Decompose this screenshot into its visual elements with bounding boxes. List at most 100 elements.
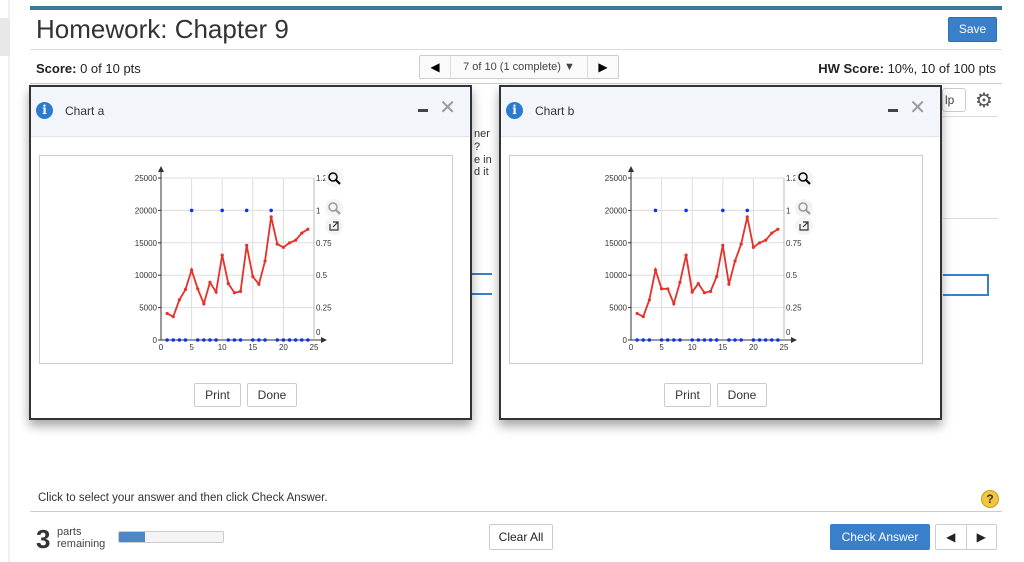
y-axis-arrow — [628, 166, 634, 172]
data-point — [245, 243, 249, 247]
zoom-in-icon[interactable] — [325, 169, 343, 187]
clear-all-button[interactable]: Clear All — [489, 524, 553, 550]
data-point — [660, 287, 664, 291]
question-selector[interactable]: 7 of 10 (1 complete) ▼ — [450, 56, 588, 78]
background-text: d it — [474, 166, 489, 178]
x-tick-label: 20 — [749, 343, 758, 352]
data-point — [751, 338, 756, 342]
x-tick-label: 5 — [659, 343, 664, 352]
data-point — [653, 268, 658, 272]
y-tick-label: 15000 — [605, 239, 628, 248]
help-button[interactable]: lp — [942, 88, 966, 112]
data-point — [708, 289, 713, 293]
done-button[interactable]: Done — [717, 383, 767, 407]
help-question-icon[interactable]: ? — [981, 490, 999, 508]
y2-tick-label: 0.75 — [786, 239, 802, 248]
data-point — [672, 338, 676, 342]
background-text: ner — [474, 128, 490, 140]
prev-question-button[interactable]: ◀ — [420, 56, 450, 78]
data-point — [672, 302, 676, 306]
dialog-header: i Chart a ✕ — [31, 87, 470, 137]
answer-input[interactable] — [943, 274, 989, 296]
x-axis-arrow — [791, 337, 797, 343]
data-point — [776, 227, 780, 231]
data-point — [287, 241, 292, 245]
data-point — [275, 242, 279, 246]
zoom-out-icon[interactable] — [795, 199, 813, 217]
data-point — [171, 338, 176, 342]
y-tick-label: 25000 — [605, 174, 628, 183]
data-point — [196, 287, 200, 291]
data-point — [269, 208, 273, 213]
zoom-in-icon[interactable] — [795, 169, 813, 187]
series-line — [166, 216, 309, 318]
y-tick-label: 0 — [623, 336, 628, 345]
next-question-button[interactable]: ▶ — [588, 56, 618, 78]
x-tick-label: 10 — [218, 343, 227, 352]
data-point — [306, 338, 310, 342]
data-point — [257, 338, 261, 342]
data-point — [226, 282, 230, 286]
data-point — [263, 338, 267, 342]
export-icon[interactable] — [795, 217, 813, 235]
part-nav: ◀ ▶ — [935, 524, 997, 550]
y2-tick-label: 1 — [316, 206, 321, 215]
data-point — [165, 338, 169, 342]
data-point — [293, 338, 298, 342]
data-point — [727, 282, 731, 286]
divider — [943, 218, 998, 219]
data-point — [721, 208, 725, 213]
close-button[interactable]: ✕ — [439, 95, 456, 120]
data-point — [769, 338, 774, 342]
chart-b: 0 5 10 15 20 25 0 5000 10000 15000 20000 25000 0 0.25… — [605, 166, 813, 352]
data-point — [190, 268, 194, 272]
parts-remaining-label: parts remaining — [57, 526, 105, 550]
data-point — [690, 338, 694, 342]
done-button[interactable]: Done — [247, 383, 297, 407]
data-point — [727, 338, 731, 342]
data-point — [635, 311, 639, 316]
gear-icon[interactable]: ⚙ — [975, 88, 993, 113]
y-tick-label: 0 — [153, 336, 158, 345]
zoom-out-icon[interactable] — [325, 199, 343, 217]
x-tick-label: 10 — [688, 343, 697, 352]
data-point — [690, 290, 694, 294]
x-tick-label: 25 — [780, 343, 789, 352]
data-point — [641, 315, 645, 319]
close-button[interactable]: ✕ — [909, 95, 926, 120]
x-tick-label: 20 — [279, 343, 288, 352]
data-point — [214, 338, 218, 342]
y-tick-label: 5000 — [139, 304, 157, 313]
y-tick-label: 10000 — [605, 271, 628, 280]
print-button[interactable]: Print — [194, 383, 241, 407]
minimize-button[interactable] — [418, 109, 428, 112]
y-tick-label: 20000 — [605, 206, 628, 215]
check-answer-button[interactable]: Check Answer — [830, 524, 930, 550]
x-tick-label: 25 — [310, 343, 319, 352]
data-point — [776, 338, 780, 342]
save-button[interactable]: Save — [948, 17, 997, 42]
data-point — [733, 259, 737, 263]
data-point — [238, 289, 243, 293]
minimize-button[interactable] — [888, 109, 898, 112]
data-point — [294, 238, 298, 242]
data-point — [739, 338, 743, 342]
data-point — [281, 245, 285, 249]
data-point — [208, 280, 212, 284]
data-point — [171, 315, 175, 319]
hw-score-value: 10%, 10 of 100 pts — [883, 61, 996, 76]
data-point — [202, 338, 206, 342]
score: Score: 0 of 10 pts — [36, 61, 141, 76]
data-point — [666, 287, 670, 291]
prev-part-button[interactable]: ◀ — [936, 525, 966, 549]
export-icon[interactable] — [325, 217, 343, 235]
data-point — [635, 338, 639, 342]
data-point — [244, 208, 249, 213]
print-button[interactable]: Print — [664, 383, 711, 407]
hw-score: HW Score: 10%, 10 of 100 pts — [818, 61, 996, 76]
next-part-button[interactable]: ▶ — [965, 525, 997, 549]
page-title: Homework: Chapter 9 — [36, 14, 289, 44]
data-point — [287, 338, 292, 342]
dialog-header: i Chart b ✕ — [501, 87, 940, 137]
data-point — [177, 338, 182, 342]
